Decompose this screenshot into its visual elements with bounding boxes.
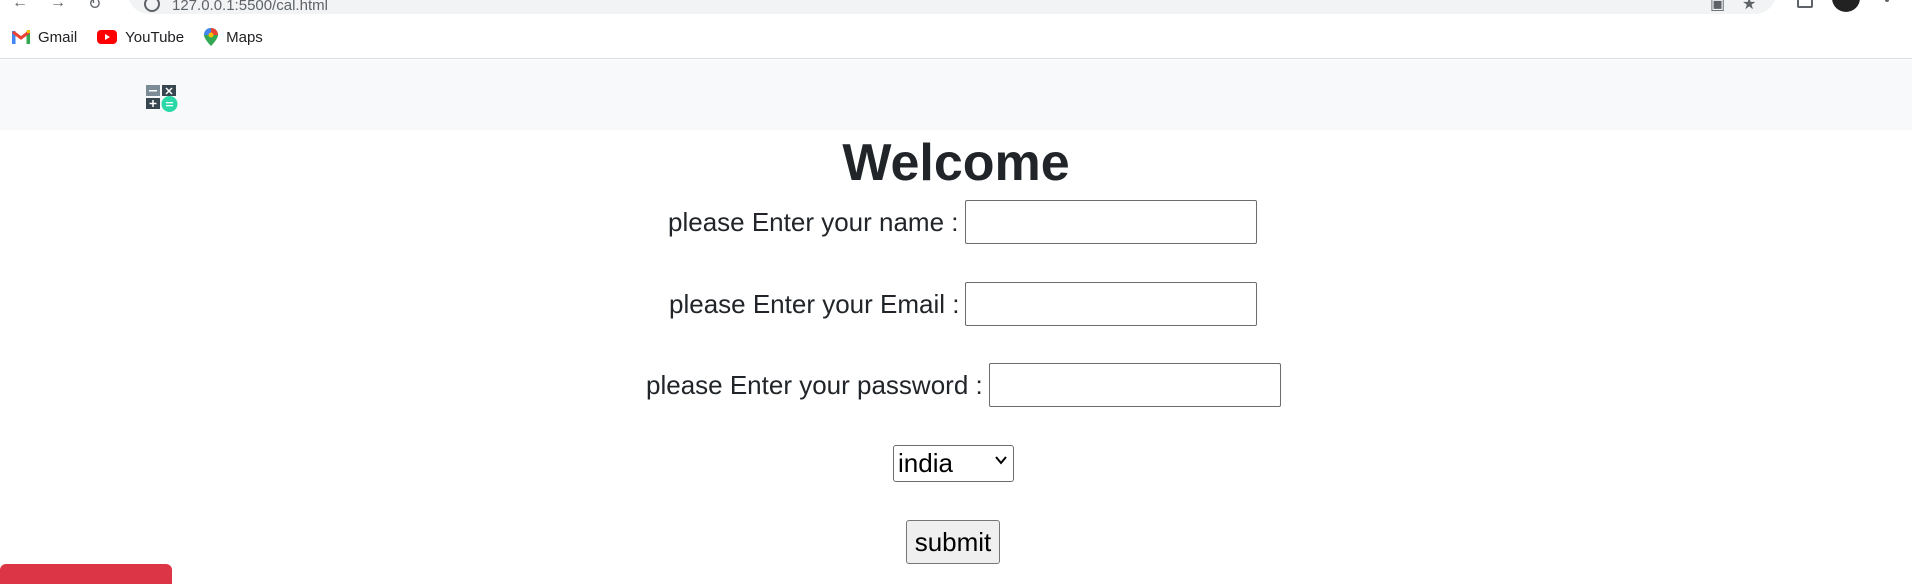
bookmark-label: Gmail: [38, 28, 78, 46]
password-row: please Enter your password :: [646, 363, 1281, 407]
email-label: please Enter your Email :: [669, 288, 960, 319]
back-icon[interactable]: ←: [12, 0, 28, 14]
browser-menu-icon[interactable]: [1885, 0, 1889, 2]
bookmark-maps[interactable]: Maps: [204, 28, 263, 46]
name-row: please Enter your name :: [668, 200, 1257, 244]
bookmark-star-icon[interactable]: ★: [1742, 0, 1756, 14]
chevron-down-icon: [995, 456, 1007, 465]
name-input[interactable]: [964, 200, 1257, 244]
submit-button[interactable]: submit: [906, 520, 1000, 564]
calculator-icon[interactable]: [146, 85, 178, 113]
country-select-value: india: [898, 448, 953, 478]
site-info-icon[interactable]: [144, 0, 160, 12]
youtube-icon: [97, 30, 118, 44]
browser-toolbar: ← → ↻ 127.0.0.1:5500/cal.html ▣ ★: [0, 0, 1912, 16]
name-label: please Enter your name :: [668, 206, 959, 237]
page-title: Welcome: [842, 134, 1070, 192]
install-icon[interactable]: ▣: [1710, 0, 1725, 14]
profile-avatar[interactable]: [1832, 0, 1860, 12]
bookmark-youtube[interactable]: YouTube: [97, 29, 184, 46]
reload-icon[interactable]: ↻: [88, 0, 101, 14]
password-label: please Enter your password :: [646, 369, 983, 400]
address-bar[interactable]: 127.0.0.1:5500/cal.html ▣ ★: [128, 0, 1776, 14]
password-input[interactable]: [988, 363, 1281, 407]
browser-nav: ← → ↻: [12, 0, 101, 14]
gmail-icon: [12, 30, 30, 44]
extensions-icon[interactable]: [1797, 0, 1813, 8]
address-url[interactable]: 127.0.0.1:5500/cal.html: [172, 0, 328, 13]
country-select[interactable]: india: [893, 445, 1014, 482]
floating-tab[interactable]: [0, 564, 172, 584]
maps-icon: [204, 28, 219, 46]
email-row: please Enter your Email :: [669, 282, 1258, 326]
bookmarks-bar: Gmail YouTube Maps: [0, 16, 1912, 59]
bookmark-gmail[interactable]: Gmail: [12, 29, 77, 46]
bookmark-label: Maps: [226, 28, 263, 46]
navbar: [0, 60, 1912, 130]
forward-icon[interactable]: →: [50, 0, 66, 14]
bookmark-label: YouTube: [125, 28, 185, 46]
email-input[interactable]: [965, 282, 1258, 326]
